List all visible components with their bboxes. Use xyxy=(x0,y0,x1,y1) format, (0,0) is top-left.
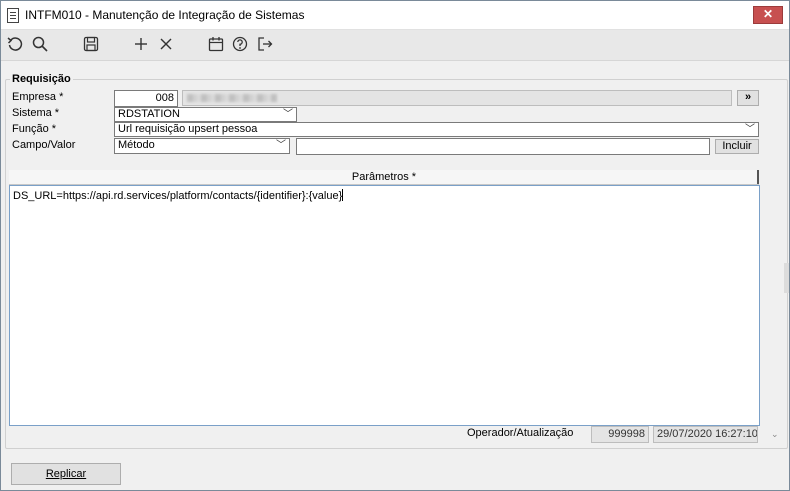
blurred-company-name xyxy=(187,94,277,102)
incluir-button[interactable]: Incluir xyxy=(715,139,759,154)
undo-icon[interactable] xyxy=(6,35,24,53)
close-window-button[interactable]: ✕ xyxy=(753,6,783,24)
document-icon xyxy=(7,8,19,23)
calendar-icon[interactable] xyxy=(207,35,225,53)
main-window: INTFM010 - Manutenção de Integração de S… xyxy=(0,0,790,491)
save-icon[interactable] xyxy=(82,35,100,53)
campo-select-value: Método xyxy=(118,139,155,151)
sistema-label: Sistema * xyxy=(12,107,60,119)
campo-valor-label: Campo/Valor xyxy=(12,139,76,151)
title-bar: INTFM010 - Manutenção de Integração de S… xyxy=(1,1,789,30)
chevron-down-icon: ﹀ xyxy=(283,109,293,120)
operador-label: Operador/Atualização xyxy=(467,427,574,439)
window-title: INTFM010 - Manutenção de Integração de S… xyxy=(25,8,305,22)
empresa-lookup-button[interactable]: » xyxy=(737,90,759,106)
funcao-label: Função * xyxy=(12,123,57,135)
funcao-select[interactable]: Url requisição upsert pessoa ﹀ xyxy=(114,122,759,137)
campo-select[interactable]: Método ﹀ xyxy=(114,138,290,154)
chevron-down-icon: ﹀ xyxy=(745,124,755,135)
empresa-code-input[interactable]: 008 xyxy=(114,90,178,107)
close-icon[interactable] xyxy=(157,35,175,53)
valor-input[interactable] xyxy=(296,138,710,155)
replicar-label: Replicar xyxy=(45,468,87,480)
parametros-textarea[interactable]: DS_URL=https://api.rd.services/platform/… xyxy=(9,185,760,426)
scroll-down-icon[interactable]: ⌄ xyxy=(771,429,779,440)
funcao-value: Url requisição upsert pessoa xyxy=(118,123,258,135)
group-title: Requisição xyxy=(10,73,73,85)
text-caret xyxy=(342,189,344,201)
help-icon[interactable] xyxy=(231,35,249,53)
replicar-button[interactable]: Replicar xyxy=(11,463,121,485)
toolbar xyxy=(1,30,789,61)
plus-icon[interactable] xyxy=(132,35,150,53)
atualizacao-datetime-field: 29/07/2020 16:27:10 xyxy=(653,426,758,443)
operador-code-field: 999998 xyxy=(591,426,649,443)
exit-icon[interactable] xyxy=(256,35,274,53)
empresa-label: Empresa * xyxy=(12,91,64,103)
parametros-header: Parâmetros * xyxy=(9,170,759,185)
sistema-value: RDSTATION xyxy=(118,108,180,120)
sistema-select[interactable]: RDSTATION ﹀ xyxy=(114,107,297,122)
search-icon[interactable] xyxy=(31,35,49,53)
chevron-down-icon: ﹀ xyxy=(276,140,286,151)
scroll-handle[interactable] xyxy=(784,263,789,293)
parametros-text: DS_URL=https://api.rd.services/platform/… xyxy=(13,190,343,202)
